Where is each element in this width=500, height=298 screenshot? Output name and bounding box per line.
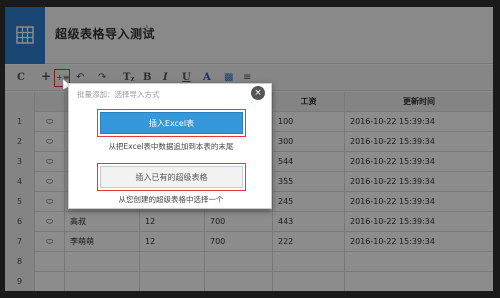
excel-description: 从把Excel表中数据追加到本表的末尾 xyxy=(108,142,234,151)
super-table-description: 从您创建的超级表格中选择一个 xyxy=(118,195,224,204)
insert-super-table-button[interactable]: 插入已有的超级表格 xyxy=(100,166,243,188)
close-icon[interactable]: × xyxy=(251,86,265,100)
import-dialog: 批量添加：选择导入方式 × 插入Excel表 从把Excel表中数据追加到本表的… xyxy=(68,83,272,209)
insert-excel-button[interactable]: 插入Excel表 xyxy=(100,112,243,134)
app-window: 超级表格导入测试 ☆ C + +≡ ↶ ↷ Tᵪ B I U A ▩ ≡ 工资 … xyxy=(5,7,493,291)
dialog-title: 批量添加：选择导入方式 xyxy=(77,90,160,99)
